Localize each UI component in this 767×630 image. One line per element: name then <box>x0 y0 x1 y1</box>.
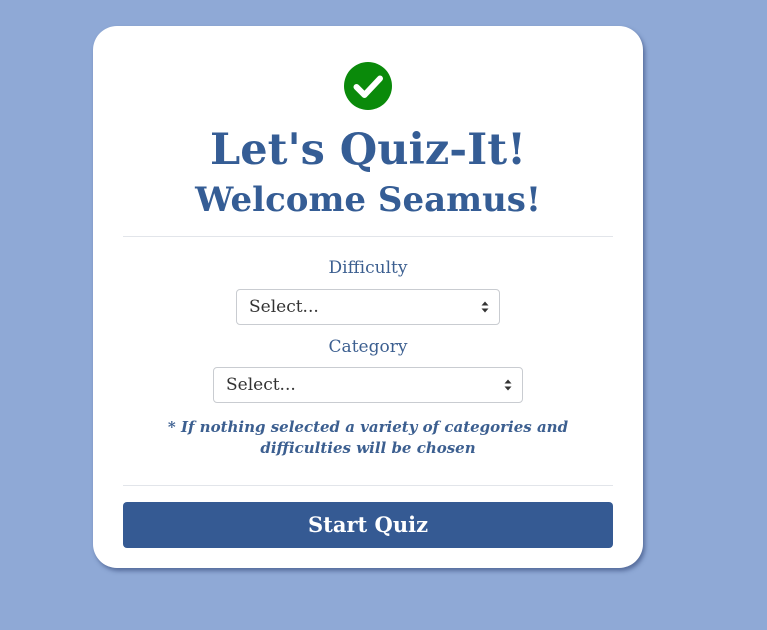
divider <box>123 236 613 237</box>
check-circle-icon <box>344 62 392 110</box>
start-quiz-button[interactable]: Start Quiz <box>123 502 613 548</box>
category-select-value: Select... <box>226 375 296 395</box>
select-arrows-icon <box>481 301 489 313</box>
quiz-card: Let's Quiz-It! Welcome Seamus! Difficult… <box>93 26 643 568</box>
welcome-heading: Welcome Seamus! <box>195 180 541 220</box>
select-arrows-icon <box>504 379 512 391</box>
selection-note: * If nothing selected a variety of categ… <box>167 418 569 457</box>
category-label: Category <box>328 337 408 357</box>
page-title: Let's Quiz-It! <box>210 125 526 175</box>
difficulty-label: Difficulty <box>328 258 408 278</box>
difficulty-select-value: Select... <box>249 297 319 317</box>
divider <box>123 485 613 486</box>
category-select[interactable]: Select... <box>213 367 523 403</box>
difficulty-select[interactable]: Select... <box>236 289 500 325</box>
